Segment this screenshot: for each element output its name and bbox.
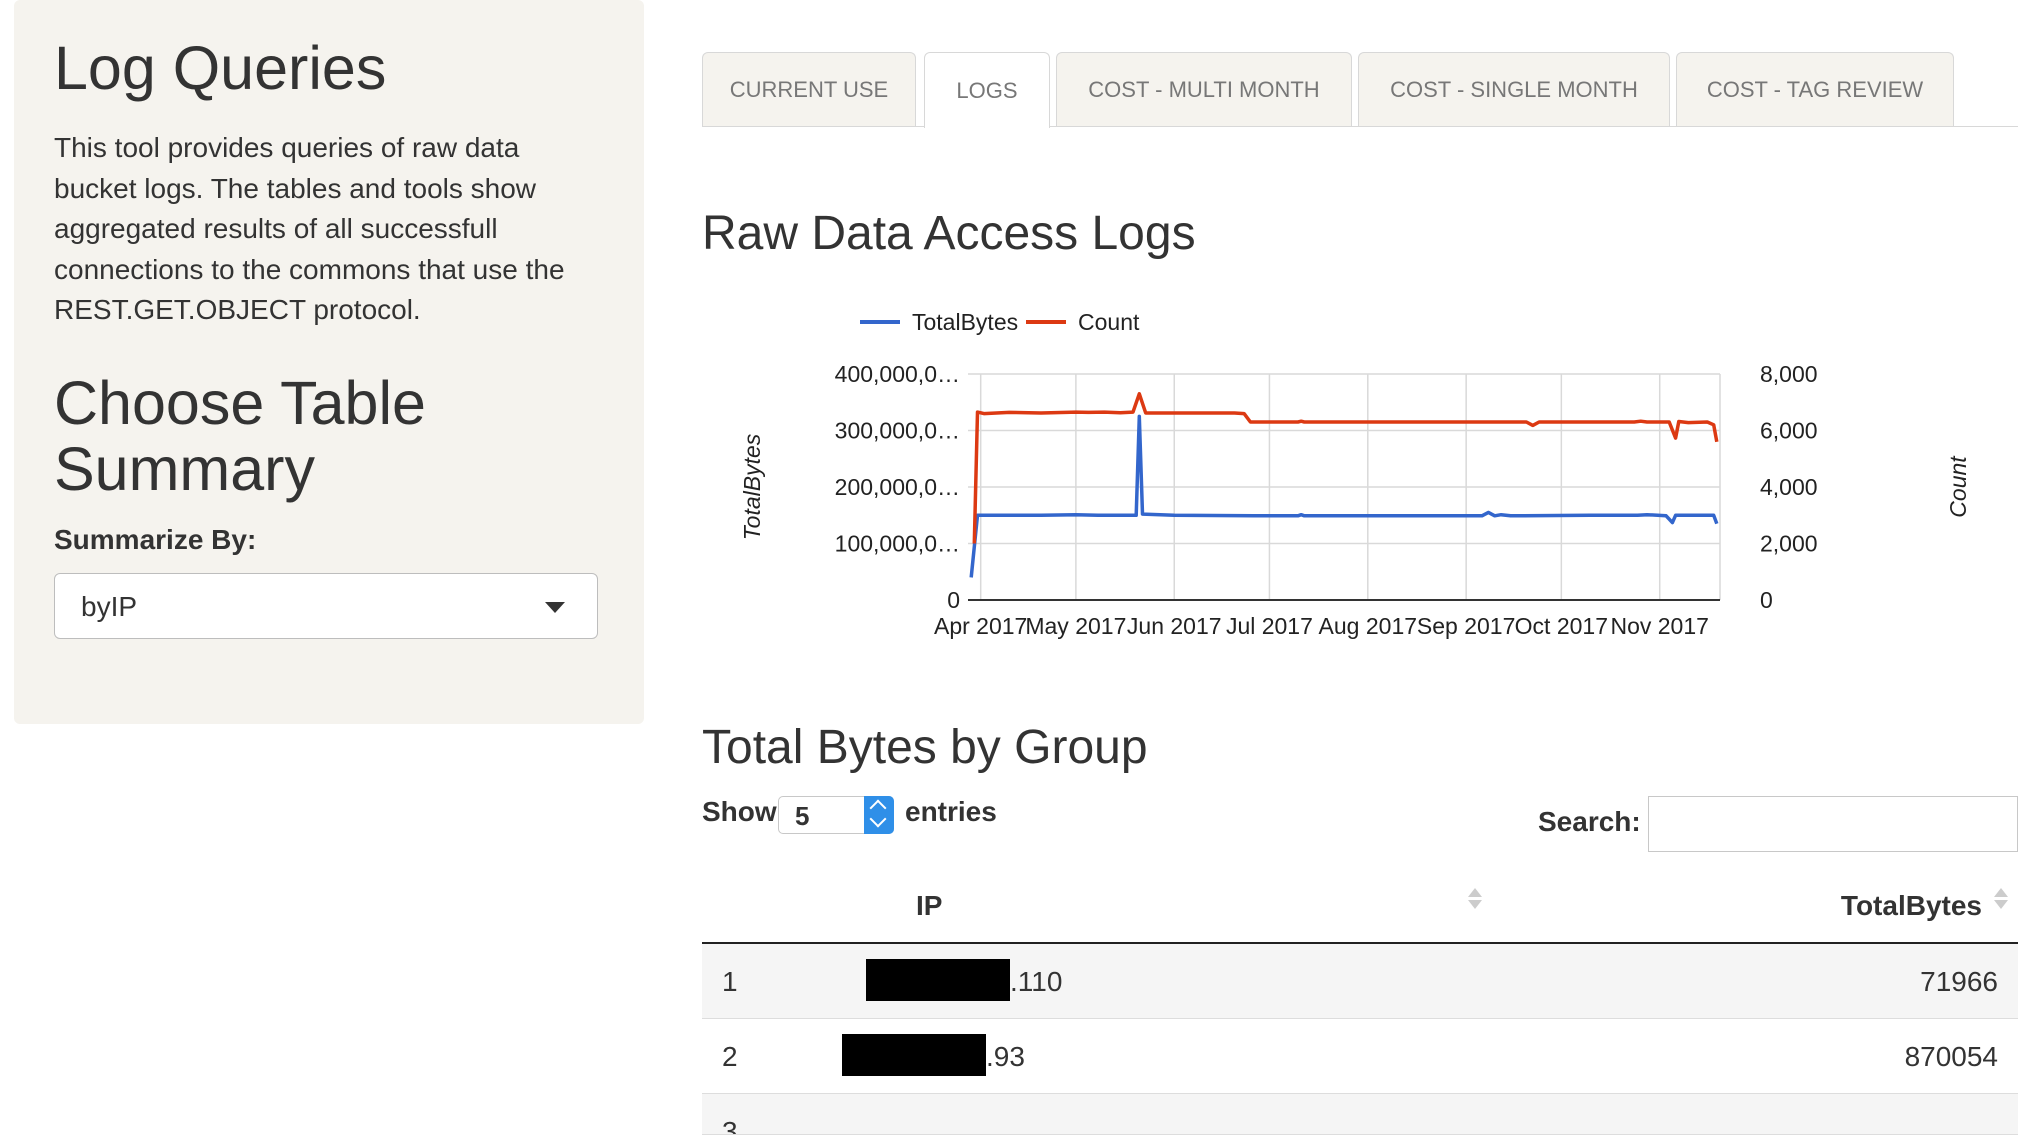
table-row[interactable]: 2 .93 870054 [702,1019,2018,1094]
table-header: IP TotalBytes [702,866,2018,944]
sidebar-title: Log Queries [54,34,387,102]
summarize-by-label: Summarize By: [54,524,257,555]
redacted-ip-block [866,959,1010,1001]
y-tick-label: 400,000,0… [835,361,960,387]
chart-series [969,392,1719,578]
chart-axes: Apr 2017May 2017 Jun 2017 Jul 2017 Aug 2017… [739,361,1971,639]
table-row[interactable]: 3 [702,1094,2018,1135]
y2-tick-label: 2,000 [1760,531,1818,557]
show-label: Show [702,796,777,827]
tab-cost-multi-month[interactable]: COST - MULTI MONTH [1056,52,1352,126]
x-tick-label: Aug 2017 [1319,613,1417,639]
chart-legend: TotalBytes Count [860,309,1140,335]
total-bytes-cell: 870054 [1904,1041,1998,1072]
y-tick-label: 0 [947,587,960,613]
tab-cost-single-month[interactable]: COST - SINGLE MONTH [1358,52,1670,126]
x-tick-label: Apr 2017 [934,613,1027,639]
access-logs-chart: Apr 2017May 2017 Jun 2017 Jul 2017 Aug 2017… [739,309,1971,639]
chart-title: Raw Data Access Logs [702,207,1196,260]
ip-suffix: .110 [1010,966,1063,997]
x-tick-label: Nov 2017 [1610,613,1708,639]
chart-grid [968,373,1721,600]
x-tick-label: Jun 2017 [1127,613,1222,639]
tab-cost-tag-review[interactable]: COST - TAG REVIEW [1676,52,1954,126]
page-length-value: 5 [795,801,810,831]
chevron-down-icon [545,602,565,613]
series-line-count [972,392,1719,544]
y-tick-label: 100,000,0… [835,531,960,557]
y2-tick-label: 8,000 [1760,361,1818,387]
entries-label: entries [905,796,997,827]
redacted-ip-block [842,1034,986,1076]
y2-tick-label: 0 [1760,587,1773,613]
row-index: 2 [722,1041,738,1072]
page-length-select[interactable]: 5 [778,796,894,834]
y2-tick-label: 6,000 [1760,418,1818,444]
summarize-by-value: byIP [81,591,138,622]
ip-suffix: .93 [986,1041,1025,1072]
y-tick-label: 300,000,0… [835,418,960,444]
y-tick-label: 200,000,0… [835,474,960,500]
table-row[interactable]: 1 .110 71966 [702,944,2018,1019]
total-bytes-cell: 71966 [1920,966,1998,997]
column-header-ip[interactable]: IP [916,890,942,922]
legend-label: TotalBytes [912,309,1018,335]
x-tick-label: Sep 2017 [1417,613,1515,639]
sidebar-description: This tool provides queries of raw data b… [54,132,565,325]
legend-label: Count [1078,309,1140,335]
x-tick-label: Oct 2017 [1515,613,1608,639]
y2-tick-label: 4,000 [1760,474,1818,500]
section-title: Choose Table Summary [54,369,426,503]
y-axis-title: TotalBytes [739,433,765,540]
column-header-totalbytes[interactable]: TotalBytes [1841,890,1982,922]
series-line-totalbytes [969,414,1719,578]
data-table: IP TotalBytes 1 .110 71966 2 .93 870054 … [702,866,2018,1135]
x-tick-label: May 2017 [1025,613,1126,639]
tabs-divider [702,126,2018,127]
sidebar-panel: Log Queries This tool provides queries o… [14,0,644,724]
tab-logs[interactable]: LOGS [924,52,1050,128]
table-title: Total Bytes by Group [702,721,1148,774]
tab-current-use[interactable]: CURRENT USE [702,52,916,126]
row-index: 1 [722,966,738,997]
search-label: Search: [1538,806,1641,837]
spinner-icon [864,796,894,834]
search-input[interactable] [1648,796,2018,852]
row-index: 3 [722,1116,738,1135]
y2-axis-title: Count [1945,455,1971,518]
x-tick-label: Jul 2017 [1226,613,1313,639]
summarize-by-select[interactable]: byIP [54,573,598,639]
